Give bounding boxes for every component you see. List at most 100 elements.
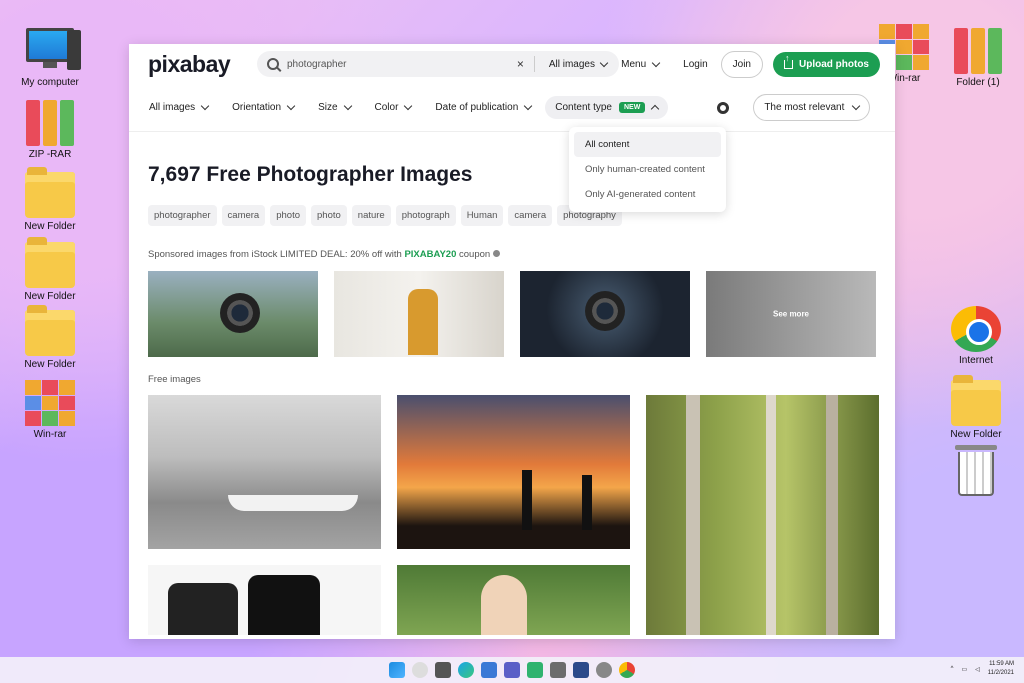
filter-color[interactable]: Color: [375, 101, 413, 113]
upload-icon: [784, 53, 793, 69]
image-tile-sunset[interactable]: [397, 395, 630, 549]
active-app-icon[interactable]: [573, 662, 589, 678]
image-tile-girl[interactable]: [397, 565, 630, 635]
folder-icon: [951, 375, 1001, 426]
image-type-label: All images: [548, 58, 595, 70]
see-more-link[interactable]: See more: [773, 310, 809, 319]
sponsored-prefix: Sponsored images from iStock LIMITED DEA…: [148, 249, 405, 260]
desktop-icon-label: New Folder: [24, 291, 76, 302]
sponsored-image[interactable]: See more: [706, 271, 876, 357]
content-type-dropdown: All content Only human-created content O…: [569, 127, 726, 212]
filter-date-of-publication[interactable]: Date of publication: [435, 101, 533, 113]
desktop-icon-label: ZIP -RAR: [28, 149, 72, 160]
sponsored-image[interactable]: [148, 271, 318, 357]
tag-chip[interactable]: Human: [460, 205, 504, 226]
volume-icon[interactable]: ◁: [975, 666, 980, 673]
edge-icon[interactable]: [458, 662, 474, 678]
top-bar: pixabay × All images Menu Login Join Upl…: [129, 44, 895, 84]
sort-select[interactable]: The most relevant: [753, 94, 871, 121]
tag-chip[interactable]: photo: [311, 205, 347, 226]
desktop-icon-my-computer[interactable]: My computer: [10, 28, 90, 88]
filter-all-images[interactable]: All images: [149, 101, 210, 113]
image-grid: [148, 395, 879, 635]
desktop-icon-win-rar[interactable]: Win-rar: [10, 380, 90, 440]
desktop-icon-new-folder-2[interactable]: New Folder: [10, 237, 90, 302]
network-icon[interactable]: ▭: [961, 666, 967, 673]
option-all-content[interactable]: All content: [574, 132, 721, 157]
desktop-icon-label: Win-rar: [33, 429, 67, 440]
tag-chip[interactable]: photographer: [148, 205, 217, 226]
clear-search-icon[interactable]: ×: [517, 57, 524, 71]
taskbar: ^ ▭ ◁ 11:59 AM 11/2/2021: [0, 657, 1024, 683]
info-icon[interactable]: [493, 250, 501, 257]
pixabay-logo[interactable]: pixabay: [148, 51, 244, 78]
desktop-icon-new-folder-3[interactable]: New Folder: [10, 305, 90, 370]
menu-label: Menu: [621, 58, 647, 70]
sponsored-image[interactable]: [334, 271, 504, 357]
image-type-select[interactable]: All images: [548, 58, 613, 70]
chevron-down-icon: [524, 101, 533, 111]
filter-size[interactable]: Size: [318, 101, 352, 113]
filter-label: Content type: [555, 102, 612, 113]
store-icon[interactable]: [481, 662, 497, 678]
chevron-down-icon: [286, 101, 296, 111]
menu-button[interactable]: Menu: [621, 58, 661, 70]
desktop-icon-new-folder-1[interactable]: New Folder: [10, 167, 90, 232]
app-icon[interactable]: [550, 662, 566, 678]
free-images-label: Free images: [148, 374, 201, 385]
image-tile-forest[interactable]: [646, 395, 879, 635]
desktop-icon-zip-rar[interactable]: ZIP -RAR: [10, 100, 90, 160]
filter-content-type[interactable]: Content type NEW: [545, 96, 669, 119]
option-human-created[interactable]: Only human-created content: [574, 157, 721, 182]
desktop-icon-internet[interactable]: Internet: [936, 306, 1016, 366]
clock[interactable]: 11:59 AM 11/2/2021: [988, 660, 1014, 678]
tag-chip[interactable]: camera: [508, 205, 553, 226]
browser-window: pixabay × All images Menu Login Join Upl…: [129, 44, 895, 639]
windows-start-icon[interactable]: [389, 662, 405, 678]
join-button[interactable]: Join: [720, 50, 763, 78]
desktop-icon-label: New Folder: [24, 359, 76, 370]
sponsored-notice: Sponsored images from iStock LIMITED DEA…: [148, 249, 876, 260]
binders-icon: [953, 28, 1003, 74]
desktop-icon-folder-1[interactable]: Folder (1): [938, 28, 1018, 88]
tag-chip[interactable]: camera: [221, 205, 266, 226]
image-tile-lenses[interactable]: [148, 565, 381, 635]
page-title: 7,697 Free Photographer Images: [148, 163, 473, 186]
tag-chip[interactable]: photograph: [395, 205, 456, 226]
maps-icon[interactable]: [527, 662, 543, 678]
tag-chip[interactable]: nature: [351, 205, 391, 226]
settings-icon[interactable]: [596, 662, 612, 678]
filter-label: Size: [318, 102, 338, 113]
search-bar[interactable]: × All images: [257, 51, 619, 77]
binders-icon: [25, 100, 75, 146]
login-link[interactable]: Login: [683, 59, 707, 70]
chevron-up-icon[interactable]: ^: [951, 666, 954, 672]
new-badge: NEW: [618, 102, 646, 113]
chevron-down-icon: [651, 58, 661, 67]
system-tray: ^ ▭ ◁ 11:59 AM 11/2/2021: [951, 660, 1014, 678]
sort-label: The most relevant: [764, 102, 845, 113]
search-taskbar-icon[interactable]: [412, 662, 428, 678]
winrar-icon: [25, 380, 75, 426]
gear-icon[interactable]: [717, 101, 730, 114]
desktop-icon-new-folder-right[interactable]: New Folder: [936, 375, 1016, 440]
desktop-icon-recycle-bin[interactable]: [936, 445, 1016, 498]
chevron-down-icon: [852, 101, 861, 111]
search-input[interactable]: [287, 58, 507, 70]
tag-list: photographer camera photo photo nature p…: [148, 205, 876, 226]
desktop-icon-label: New Folder: [24, 221, 76, 232]
desktop-icon-label: Internet: [959, 355, 993, 366]
recycle-bin-icon: [951, 445, 1001, 498]
camera-app-icon[interactable]: [435, 662, 451, 678]
teams-icon[interactable]: [504, 662, 520, 678]
tag-chip[interactable]: photo: [270, 205, 306, 226]
option-ai-generated[interactable]: Only AI-generated content: [574, 182, 721, 207]
chrome-taskbar-icon[interactable]: [619, 662, 635, 678]
folder-icon: [25, 167, 75, 218]
sponsored-image[interactable]: [520, 271, 690, 357]
image-tile-boat[interactable]: [148, 395, 381, 549]
upload-photos-button[interactable]: Upload photos: [773, 51, 880, 77]
folder-icon: [25, 237, 75, 288]
filter-orientation[interactable]: Orientation: [232, 101, 296, 113]
upload-label: Upload photos: [799, 58, 869, 70]
